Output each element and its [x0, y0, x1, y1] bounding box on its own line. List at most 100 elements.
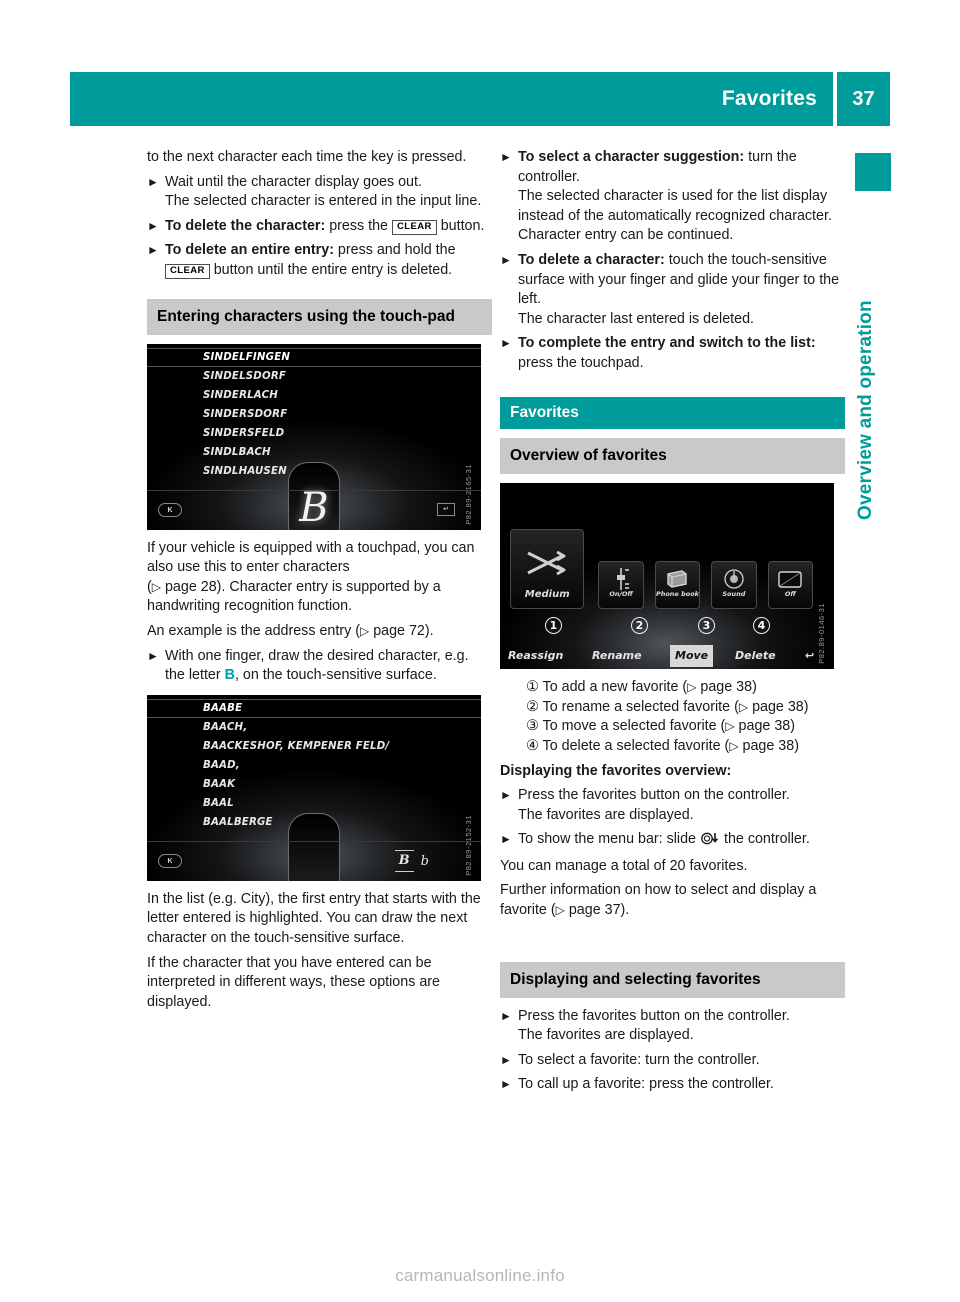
tile-label: Medium [524, 588, 570, 600]
menu-item-move: Move [670, 645, 714, 667]
mmi-list-item: SINDERSDORF [203, 408, 288, 420]
callout-number-2: 2 [631, 617, 648, 635]
section-heading-overview-of-favorites: Overview of favorites [500, 438, 845, 475]
callout-text: To rename a selected favorite ( [542, 698, 739, 715]
step-text: To show the menu bar: slide [518, 831, 700, 848]
tile-label: On/Off [609, 589, 633, 598]
step-text: press the [325, 217, 392, 234]
para-text-tail: ). [424, 622, 434, 639]
step-arrow-icon: ► [500, 1077, 512, 1092]
mmi-list-item: SINDERSFELD [203, 427, 285, 439]
clear-key-icon: CLEAR [165, 263, 210, 279]
mmi-list-item: BAAK [203, 778, 236, 790]
mmi-list-item: BAAL [203, 797, 234, 809]
callout-text-tail: ) [794, 737, 799, 754]
menu-item-rename: Rename [592, 649, 642, 663]
mmi-menu-bar: Reassign Rename Move Delete ↩ [500, 643, 834, 667]
callout-marker: ③ [526, 718, 539, 735]
step-arrow-icon: ► [500, 788, 512, 803]
step-text-tail: , on the touch-sensitive surface. [234, 667, 437, 684]
step-arrow-icon: ► [500, 150, 512, 164]
menu-item-delete: Delete [735, 649, 776, 663]
step-arrow-icon: ► [500, 1008, 512, 1023]
callout-item-move: ③ To move a selected favorite (▷ page 38… [500, 717, 845, 737]
mmi-list-item: BAACKESHOF, KEMPENER FELD/ [203, 740, 390, 752]
figure-code: P82.89-2152-31 [464, 814, 474, 876]
step-subtext: The favorites are displayed. [518, 806, 694, 823]
page-header: Favorites 37 [70, 72, 890, 126]
page-ref: page 28 [164, 578, 217, 595]
callout-item-add: ① To add a new favorite (▷ page 38) [500, 678, 845, 698]
step-subtext: The character last entered is deleted. [518, 310, 755, 327]
step-arrow-icon: ► [500, 1052, 512, 1067]
para-further-information: Further information on how to select and… [500, 881, 845, 920]
step-call-up-favorite: ► To call up a favorite: press the contr… [500, 1075, 845, 1095]
para-text: Further information on how to select and… [500, 882, 817, 919]
page-ref: page 37 [568, 902, 621, 919]
callout-number-4: 4 [753, 617, 770, 635]
page-number: 37 [852, 87, 875, 110]
step-text: Press the favorites button on the contro… [518, 787, 790, 804]
handwritten-character: B [299, 484, 329, 530]
mmi-list-item: SINDELSDORF [203, 370, 287, 382]
callout-text-tail: ) [790, 718, 795, 735]
mmi-bottom-bar: K [147, 840, 481, 881]
page-ref: page 38 [742, 737, 795, 754]
para-touchpad-intro: If your vehicle is equipped with a touch… [147, 539, 492, 617]
page-ref-icon: ▷ [555, 903, 565, 918]
chapter-heading-favorites: Favorites [500, 396, 845, 430]
step-draw-character: ► With one finger, draw the desired char… [147, 647, 492, 686]
callout-marker: ① [526, 679, 539, 696]
callout-item-delete: ④ To delete a selected favorite (▷ page … [500, 737, 845, 757]
callout-number-3: 3 [698, 617, 715, 635]
step-wait-character: ► Wait until the character display goes … [147, 173, 492, 212]
step-arrow-icon: ► [147, 218, 159, 233]
figure-favorites-overview: Medium On/Off Phone book Sound Off 1 2 3… [500, 483, 834, 670]
step-arrow-icon: ► [147, 174, 159, 189]
para-text-tail: ). [620, 902, 630, 919]
favorite-tile-sound: Sound [711, 561, 757, 610]
step-press-favorites-button: ► Press the favorites button on the cont… [500, 786, 845, 825]
step-arrow-icon: ► [500, 252, 512, 267]
header-title-block: Favorites [70, 72, 833, 126]
favorites-tile-row: Medium On/Off Phone book Sound Off [500, 523, 834, 610]
para-text: If your vehicle is equipped with a touch… [147, 539, 475, 576]
intro-continuation: to the next character each time the key … [147, 149, 467, 165]
character-suggestion-primary: B [394, 850, 414, 872]
callout-marker: ② [526, 698, 539, 715]
step-bold-lead: To complete the entry and switch to the … [518, 335, 816, 352]
mmi-back-icon: K [158, 502, 182, 517]
highlighted-letter: B [224, 667, 235, 684]
character-suggestion-secondary: b [420, 854, 429, 870]
page-ref: page 38 [752, 698, 804, 715]
mmi-back-icon: K [158, 853, 182, 868]
callout-marker: ④ [526, 737, 539, 754]
step-subtext: The selected character is entered in the… [165, 193, 482, 210]
step-select-favorite: ► To select a favorite: turn the control… [500, 1051, 845, 1071]
step-complete-entry: ► To complete the entry and switch to th… [500, 334, 845, 373]
page-title: Favorites [721, 87, 817, 110]
page-ref-icon: ▷ [151, 579, 161, 594]
controller-down-icon [700, 832, 720, 852]
watermark: carmanualsonline.info [395, 1266, 565, 1285]
side-tab-label: Overview and operation [855, 300, 876, 520]
callout-text: To add a new favorite ( [542, 679, 688, 696]
para-list-highlight: In the list (e.g. City), the first entry… [147, 890, 481, 946]
step-text: Wait until the character display goes ou… [165, 173, 422, 190]
step-show-menu-bar: ► To show the menu bar: slide the contro… [500, 830, 845, 852]
step-select-character-suggestion: ► To select a character suggestion: turn… [500, 148, 845, 246]
para-text: An example is the address entry ( [147, 622, 360, 639]
page-ref: page 38 [738, 718, 791, 735]
callout-number-1: 1 [545, 617, 562, 635]
right-column: ► To select a character suggestion: turn… [500, 148, 845, 1095]
step-bold-lead: To select a character suggestion: [518, 149, 745, 165]
section-heading-entering-characters: Entering characters using the touch-pad [147, 298, 492, 335]
callout-text-tail: ) [752, 679, 757, 696]
callout-text: To move a selected favorite ( [542, 718, 726, 735]
side-tab-marker [855, 153, 891, 191]
mmi-list-item: BAAD, [203, 759, 240, 771]
mmi-list-item: SINDELFINGEN [147, 347, 481, 367]
page-ref: page 38 [700, 679, 753, 696]
step-text: press the touchpad. [518, 354, 644, 371]
step-subtext: The favorites are displayed. [518, 1027, 694, 1044]
